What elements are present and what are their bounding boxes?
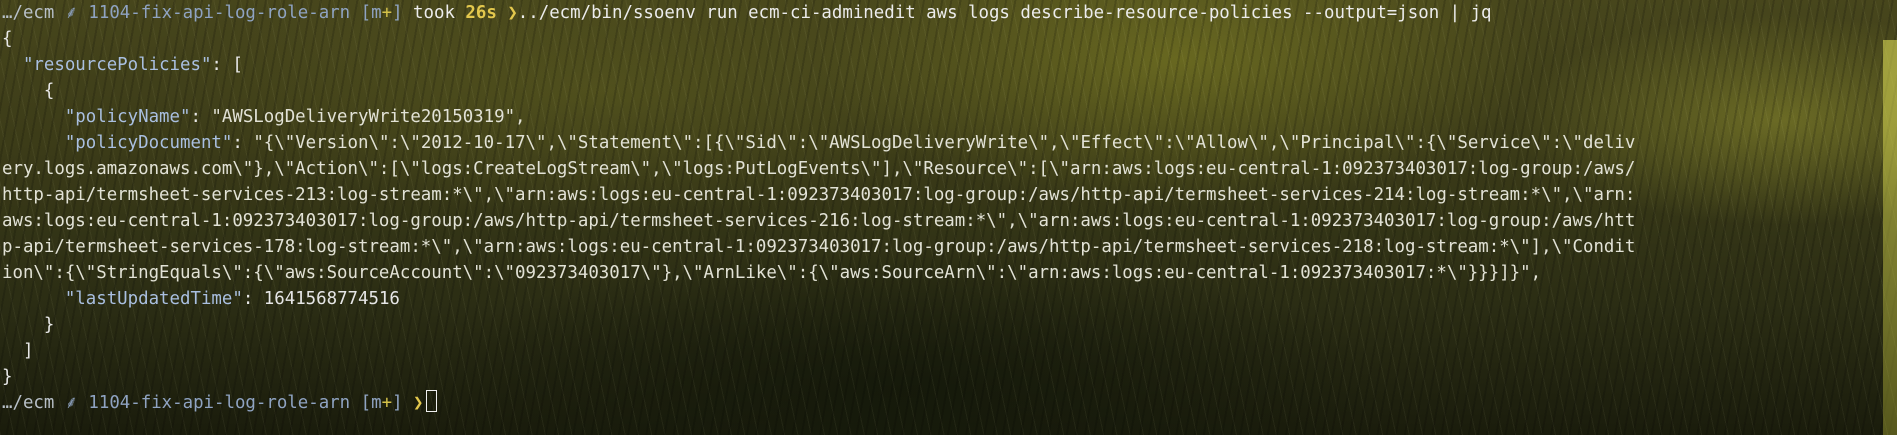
git-status-plus: + [381, 393, 393, 413]
took-label: took [413, 3, 455, 23]
command-duration: 26s [465, 3, 497, 23]
json-value-last-updated: 1641568774516 [263, 289, 400, 309]
json-open-brace: { [2, 29, 13, 49]
prompt-path: …/ecm [2, 393, 55, 413]
json-value-policy-document-wrap: ery.logs.amazonaws.com\"},\"Action\":[\"… [2, 159, 1636, 179]
git-branch-icon: ⸙ [64, 3, 78, 23]
json-value-policy-document-wrap: ion\":{\"StringEquals\":{\"aws:SourceAcc… [2, 263, 1542, 283]
json-sep: : [242, 289, 264, 309]
json-item-open: { [43, 81, 55, 101]
prompt-path: …/ecm [2, 3, 55, 23]
json-value-policy-document-part: "{\"Version\":\"2012-10-17\",\"Statement… [253, 133, 1636, 153]
git-status-close: ] [392, 393, 403, 413]
json-resource-policies-line: "resourcePolicies": [ [2, 52, 1880, 78]
git-status-close: ] [392, 3, 403, 23]
json-array-open: : [ [211, 55, 243, 75]
json-policy-name-line: "policyName": "AWSLogDeliveryWrite201503… [2, 104, 1880, 130]
json-key-policy-document: "policyDocument" [64, 133, 233, 153]
json-value-policy-document-wrap: http-api/termsheet-services-213:log-stre… [2, 185, 1636, 205]
git-branch-name: 1104-fix-api-log-role-arn [88, 3, 351, 23]
terminal-scrollbar[interactable] [1883, 40, 1897, 435]
json-last-updated-line: "lastUpdatedTime": 1641568774516 [2, 286, 1880, 312]
json-sep: : [190, 107, 212, 127]
git-status-open: [m [360, 393, 382, 413]
git-branch-icon: ⸙ [64, 393, 78, 413]
git-status-plus: + [381, 3, 393, 23]
json-item-close-line: } [2, 312, 1880, 338]
json-value-policy-name: "AWSLogDeliveryWrite20150319", [211, 107, 526, 127]
block-cursor-icon[interactable] [425, 390, 437, 412]
json-key-last-updated: "lastUpdatedTime" [64, 289, 243, 309]
json-close-brace: } [2, 367, 13, 387]
json-sep: : [232, 133, 254, 153]
json-item-open-line: { [2, 78, 1880, 104]
json-policy-document-line: "policyDocument": "{\"Version\":\"2012-1… [2, 130, 1880, 156]
command-text: ../ecm/bin/ssoenv run ecm-ci-adminedit a… [517, 3, 1492, 23]
json-key-policy-name: "policyName" [64, 107, 191, 127]
terminal-window[interactable]: …/ecm ⸙ 1104-fix-api-log-role-arn [m+] t… [2, 0, 1880, 435]
json-item-close: } [43, 315, 55, 335]
git-status-open: [m [360, 3, 382, 23]
json-array-close-line: ] [2, 338, 1880, 364]
next-prompt-line[interactable]: …/ecm ⸙ 1104-fix-api-log-role-arn [m+] ❯ [2, 390, 1880, 416]
json-array-close: ] [22, 341, 34, 361]
prompt-chevron-icon: ❯ [413, 393, 424, 413]
json-value-policy-document-wrap: p-api/termsheet-services-178:log-stream:… [2, 237, 1636, 257]
prompt-line: …/ecm ⸙ 1104-fix-api-log-role-arn [m+] t… [2, 0, 1880, 26]
json-key-resource-policies: "resourcePolicies" [22, 55, 212, 75]
git-branch-name: 1104-fix-api-log-role-arn [88, 393, 351, 413]
json-value-policy-document-wrap: aws:logs:eu-central-1:092373403017:log-g… [2, 211, 1636, 231]
prompt-chevron-icon: ❯ [507, 3, 518, 23]
